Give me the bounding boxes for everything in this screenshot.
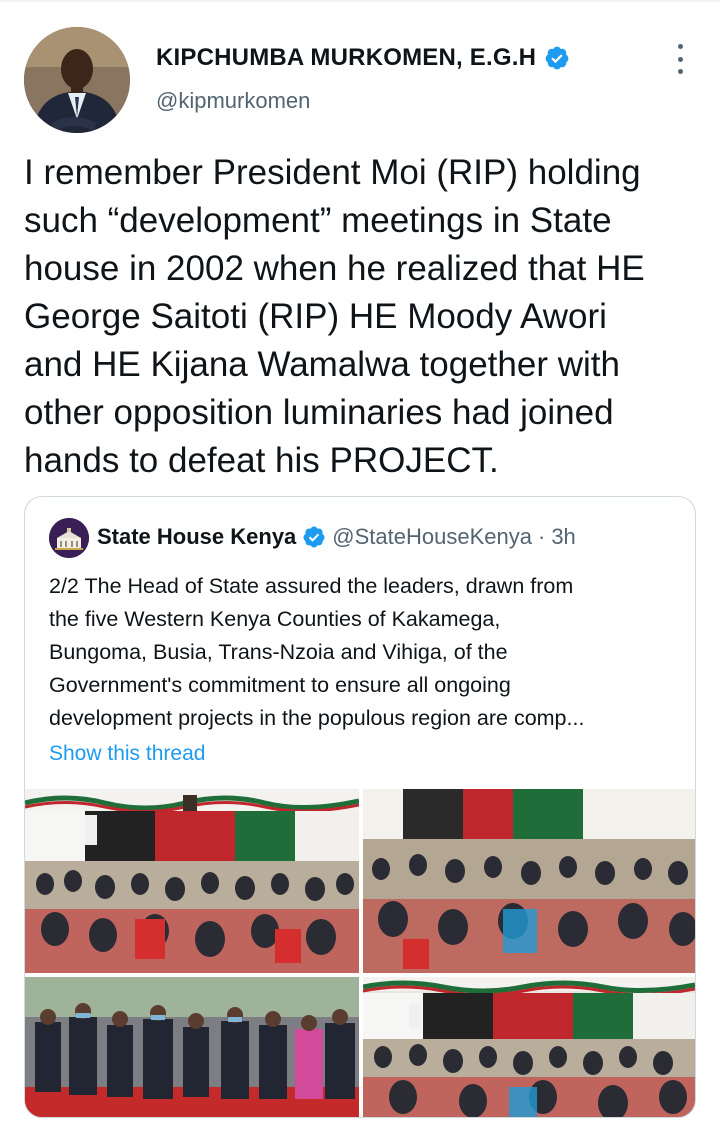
tweet-text-line: hands to defeat his PROJECT.: [24, 441, 499, 480]
quoted-author-handle[interactable]: @StateHouseKenya: [332, 524, 532, 550]
tweet-text-line: house in 2002 when he realized that HE: [24, 249, 645, 288]
verified-badge-icon: [303, 526, 325, 548]
quoted-text-line: 2/2 The Head of State assured the leader…: [49, 574, 574, 598]
quoted-tweet-text: 2/2 The Head of State assured the leader…: [49, 570, 681, 735]
tweet-text-line: and HE Kijana Wamalwa together with: [24, 345, 620, 384]
show-thread-link[interactable]: Show this thread: [49, 742, 205, 766]
quoted-text-line: Bungoma, Busia, Trans-Nzoia and Vihiga, …: [49, 640, 508, 664]
verified-badge-icon: [545, 46, 569, 70]
author-name[interactable]: KIPCHUMBA MURKOMEN, E.G.H: [156, 44, 536, 72]
author-avatar[interactable]: [24, 27, 130, 133]
quoted-text-line: development projects in the populous reg…: [49, 706, 585, 730]
quoted-author-avatar[interactable]: [49, 518, 89, 558]
tweet-text-line: George Saitoti (RIP) HE Moody Awori: [24, 297, 607, 336]
quoted-tweet-card[interactable]: State House Kenya @StateHouseKenya · 3h …: [24, 496, 696, 1118]
author-handle[interactable]: @kipmurkomen: [156, 88, 310, 114]
tweet-text: I remember President Moi (RIP) holding s…: [24, 149, 704, 485]
quoted-text-line: the five Western Kenya Counties of Kakam…: [49, 607, 501, 631]
photo-grid: [25, 789, 695, 1117]
quoted-text-line: Government's commitment to ensure all on…: [49, 673, 511, 697]
quoted-author-name[interactable]: State House Kenya: [97, 524, 296, 550]
tweet-text-line: such “development” meetings in State: [24, 201, 612, 240]
more-options-icon[interactable]: [668, 44, 692, 74]
author-name-row[interactable]: KIPCHUMBA MURKOMEN, E.G.H: [156, 44, 570, 72]
photo-outdoor-group[interactable]: [25, 977, 359, 1117]
photo-meeting-hall-1[interactable]: [25, 789, 359, 973]
top-divider: [0, 0, 720, 2]
photo-meeting-hall-2[interactable]: [363, 789, 695, 973]
tweet-text-line: other opposition luminaries had joined: [24, 393, 614, 432]
photo-meeting-hall-3[interactable]: [363, 977, 695, 1117]
quoted-tweet-header: State House Kenya @StateHouseKenya · 3h: [97, 524, 576, 550]
tweet-text-line: I remember President Moi (RIP) holding: [24, 153, 641, 192]
separator-dot: ·: [537, 524, 546, 549]
quoted-tweet-time[interactable]: 3h: [551, 524, 575, 550]
